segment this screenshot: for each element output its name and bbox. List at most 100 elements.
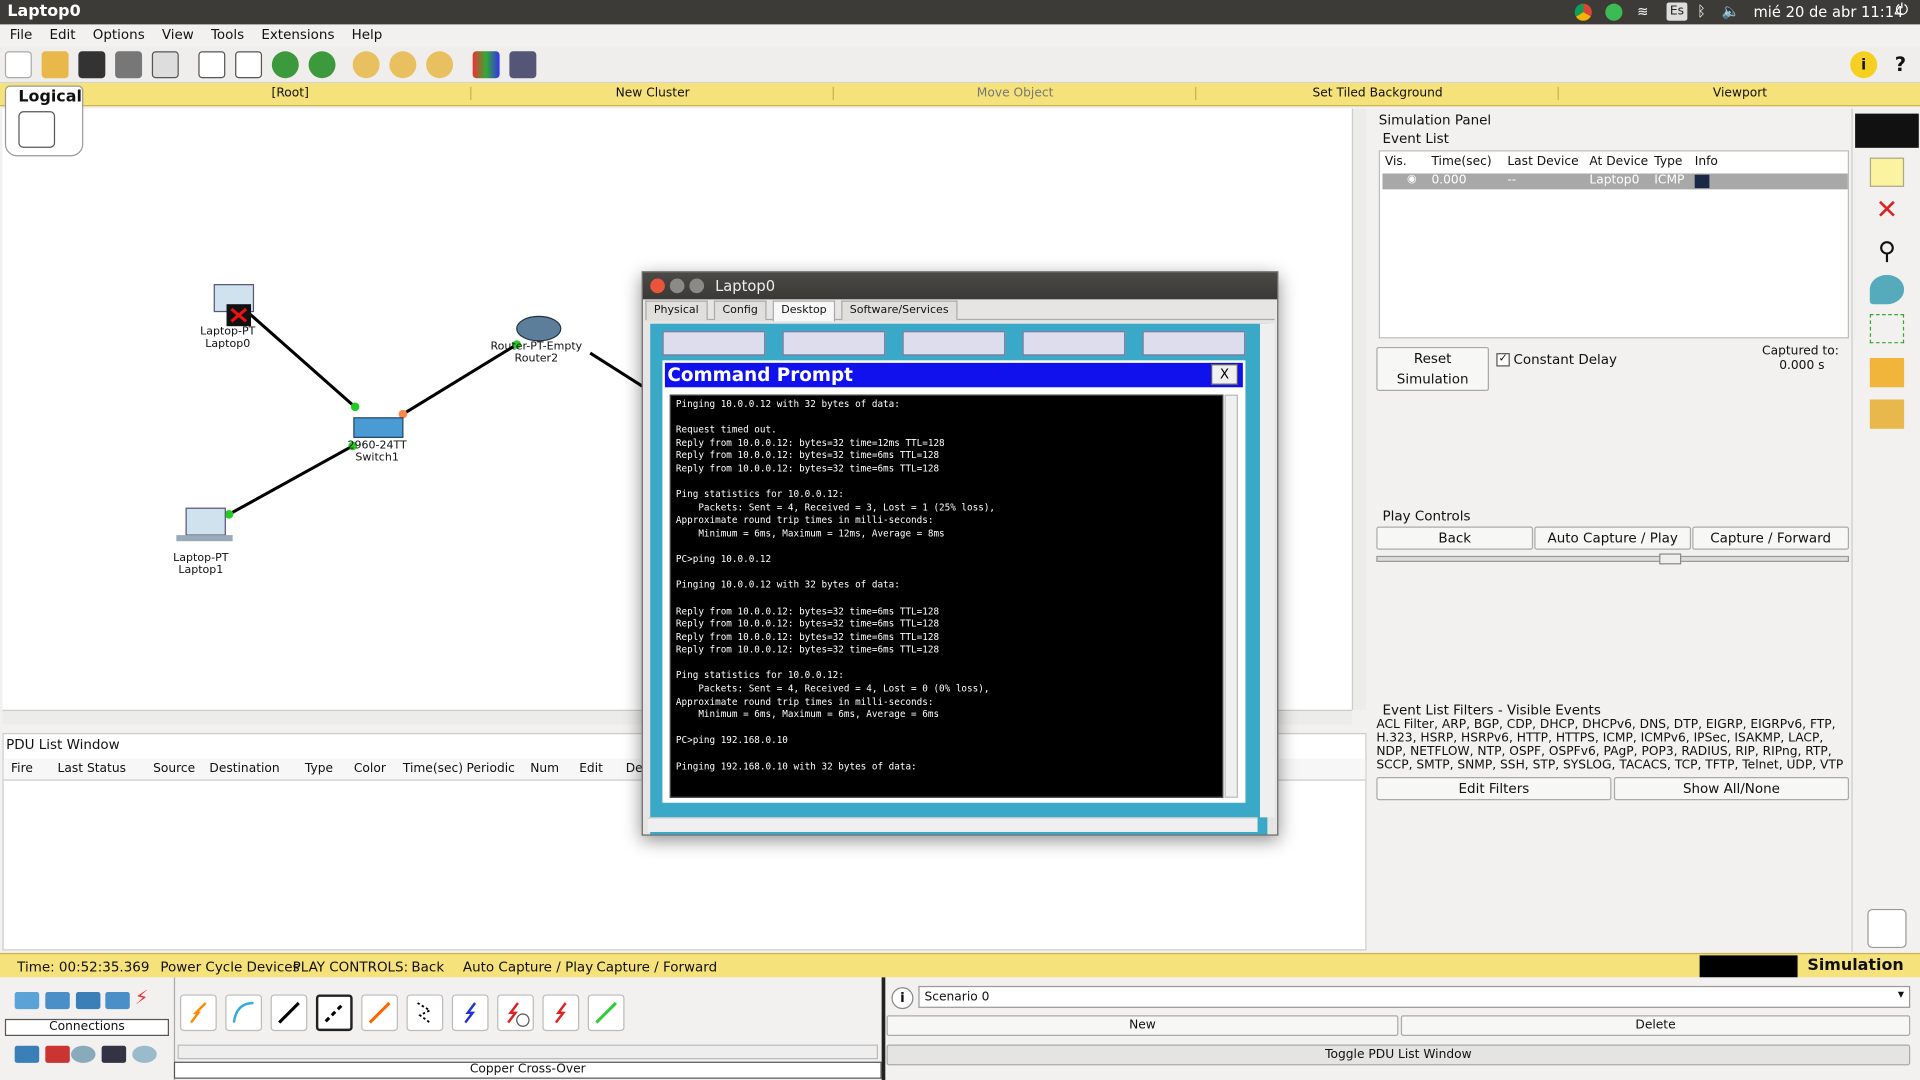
speed-slider[interactable] [1376, 553, 1849, 565]
reset-simulation-button[interactable]: Reset Simulation [1376, 346, 1489, 391]
clock[interactable]: mié 20 de abr 11:14 [1753, 4, 1903, 21]
scenario-select[interactable]: Scenario 0 ▾ [918, 985, 1911, 1008]
multiuser-icon[interactable] [132, 1045, 157, 1063]
print-icon[interactable] [115, 51, 143, 79]
event-row[interactable]: ◉ 0.000 -- Laptop0 ICMP [1382, 173, 1848, 190]
status-back-button[interactable]: Back [411, 959, 444, 975]
delete-scenario-button[interactable]: Delete [1400, 1015, 1911, 1037]
select-tool-icon[interactable] [1855, 113, 1919, 148]
serial-dte-cable-icon[interactable] [542, 994, 580, 1032]
zoom-reset-icon[interactable] [389, 51, 417, 79]
hubs-category-icon[interactable] [75, 992, 101, 1010]
desktop-app-icon[interactable] [1022, 331, 1126, 356]
desktop-app-icon[interactable] [782, 331, 886, 356]
command-prompt-close-button[interactable]: X [1211, 364, 1238, 385]
wifi-icon[interactable]: ≋ [1637, 4, 1654, 21]
inspect-tool-icon[interactable]: ⚲ [1870, 236, 1904, 265]
set-tiled-background-button[interactable]: Set Tiled Background [1198, 86, 1559, 101]
simulation-mode-icon[interactable] [1867, 908, 1907, 949]
desktop-app-icon[interactable] [1142, 331, 1246, 356]
phone-cable-icon[interactable] [406, 994, 444, 1032]
open-folder-icon[interactable] [41, 51, 69, 79]
straight-through-cable-icon[interactable] [270, 994, 308, 1032]
minimize-window-icon[interactable] [669, 278, 685, 294]
logical-tab[interactable]: Logical [4, 85, 84, 157]
tab-software-services[interactable]: Software/Services [841, 300, 958, 321]
move-object-button[interactable]: Move Object [835, 86, 1197, 101]
volume-icon[interactable]: 🔈 [1722, 2, 1740, 19]
status-auto-capture-button[interactable]: Auto Capture / Play [463, 959, 593, 975]
save-icon[interactable] [78, 51, 106, 79]
eye-icon[interactable]: ◉ [1407, 173, 1417, 185]
capture-forward-button[interactable]: Capture / Forward [1692, 526, 1849, 550]
undo-icon[interactable] [271, 51, 299, 79]
back-button[interactable]: Back [1376, 526, 1534, 550]
menu-view[interactable]: View [152, 24, 201, 43]
wan-emulation-icon[interactable] [71, 1045, 96, 1063]
close-window-icon[interactable] [650, 278, 665, 294]
keyboard-layout[interactable]: Es [1666, 2, 1688, 21]
auto-capture-play-button[interactable]: Auto Capture / Play [1534, 526, 1692, 550]
show-all-none-button[interactable]: Show All/None [1613, 777, 1849, 801]
speed-slider-handle[interactable] [1659, 553, 1682, 565]
menu-file[interactable]: File [0, 24, 40, 43]
root-button[interactable]: [Root] [110, 86, 472, 101]
event-color-swatch[interactable] [1694, 174, 1710, 189]
zoom-in-icon[interactable] [352, 51, 380, 79]
constant-delay-checkbox[interactable]: ✓ [1496, 353, 1510, 367]
custom-devices-icon[interactable] [101, 1045, 127, 1063]
workspace-vertical-scrollbar[interactable] [1351, 108, 1367, 710]
switches-category-icon[interactable] [45, 992, 70, 1010]
palette-icon[interactable] [472, 51, 500, 79]
power-icon[interactable]: ⏻ [1896, 1, 1909, 19]
add-complex-pdu-icon[interactable] [1869, 399, 1905, 429]
realtime-tab[interactable] [1699, 955, 1798, 978]
laptop0-horizontal-scrollbar[interactable] [647, 817, 1258, 832]
viewport-button[interactable]: Viewport [1560, 87, 1920, 100]
delete-tool-icon[interactable]: ✕ [1870, 196, 1904, 226]
chrome-icon[interactable] [1574, 3, 1592, 21]
bluetooth-icon[interactable]: ᛒ [1697, 2, 1706, 19]
fiber-cable-icon[interactable] [361, 994, 398, 1032]
tab-desktop[interactable]: Desktop [772, 300, 836, 322]
tab-config[interactable]: Config [713, 300, 767, 321]
end-devices-category-icon[interactable] [14, 1045, 40, 1063]
draw-shape-icon[interactable] [1869, 274, 1905, 305]
copy-icon[interactable] [198, 51, 226, 79]
device-list-scrollbar[interactable] [177, 1044, 878, 1060]
automatic-cable-icon[interactable] [180, 994, 217, 1032]
hangouts-icon[interactable] [1605, 3, 1623, 21]
octal-cable-icon[interactable] [587, 994, 625, 1032]
coaxial-cable-icon[interactable] [451, 994, 489, 1032]
new-file-icon[interactable] [4, 51, 32, 79]
power-cycle-button[interactable]: Power Cycle Devices [160, 959, 299, 975]
connections-category-icon[interactable]: ⚡ [135, 988, 159, 1008]
laptop0-vertical-scrollbar[interactable] [1260, 323, 1275, 818]
menu-extensions[interactable]: Extensions [252, 24, 342, 43]
copper-cross-over-cable-icon[interactable] [315, 994, 353, 1032]
terminal-scrollbar[interactable] [1224, 394, 1238, 798]
maximize-window-icon[interactable] [689, 278, 705, 294]
activity-wizard-icon[interactable] [151, 51, 179, 79]
desktop-app-icon[interactable] [902, 331, 1006, 356]
security-category-icon[interactable] [45, 1045, 70, 1063]
info-icon[interactable]: i [1850, 51, 1878, 79]
routers-category-icon[interactable] [14, 992, 40, 1010]
terminal-output[interactable]: Pinging 10.0.0.12 with 32 bytes of data:… [669, 394, 1224, 798]
status-capture-forward-button[interactable]: Capture / Forward [596, 959, 717, 975]
menu-options[interactable]: Options [83, 24, 152, 43]
note-tool-icon[interactable] [1869, 157, 1905, 187]
menu-tools[interactable]: Tools [201, 24, 251, 43]
edit-filters-button[interactable]: Edit Filters [1376, 777, 1612, 801]
scenario-info-icon[interactable]: i [891, 987, 914, 1010]
tab-physical[interactable]: Physical [645, 300, 708, 321]
serial-dce-cable-icon[interactable] [497, 994, 534, 1032]
wireless-category-icon[interactable] [105, 992, 130, 1010]
menu-edit[interactable]: Edit [40, 24, 83, 43]
toggle-pdu-list-button[interactable]: Toggle PDU List Window [886, 1044, 1911, 1066]
new-scenario-button[interactable]: New [886, 1015, 1399, 1037]
add-simple-pdu-icon[interactable] [1869, 357, 1905, 388]
custom-device-icon[interactable] [509, 51, 537, 79]
redo-icon[interactable] [308, 51, 336, 79]
paste-icon[interactable] [235, 51, 263, 79]
